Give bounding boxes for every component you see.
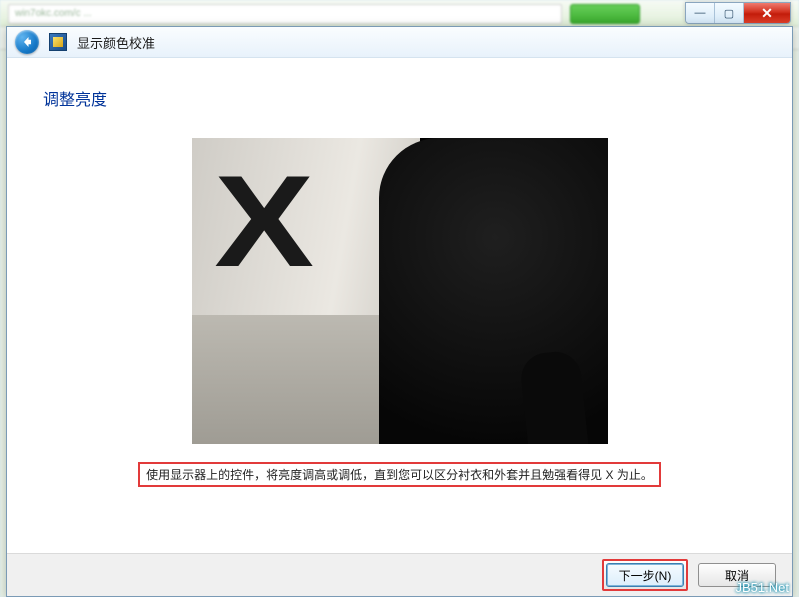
download-button-blur bbox=[570, 4, 640, 24]
window-controls: — ▢ ✕ bbox=[685, 2, 791, 24]
next-button[interactable]: 下一步(N) bbox=[606, 563, 684, 587]
app-icon bbox=[49, 33, 67, 51]
background-x-letter: X bbox=[214, 146, 302, 296]
wizard-footer: 下一步(N) 取消 bbox=[7, 553, 792, 596]
back-button[interactable] bbox=[15, 30, 39, 54]
wizard-window: 显示颜色校准 调整亮度 X 使用显示器上的控件，将亮度调高或调低，直到您可以区分… bbox=[6, 26, 793, 597]
wizard-header: 显示颜色校准 bbox=[7, 27, 792, 58]
next-button-highlight: 下一步(N) bbox=[602, 559, 688, 591]
app-title: 显示颜色校准 bbox=[77, 33, 155, 52]
minimize-button[interactable]: — bbox=[686, 3, 714, 23]
back-arrow-icon bbox=[21, 36, 33, 48]
calibration-image: X bbox=[192, 138, 608, 444]
close-button[interactable]: ✕ bbox=[743, 3, 790, 23]
address-bar: win7okc.com/c ... bbox=[8, 4, 562, 24]
cancel-button[interactable]: 取消 bbox=[698, 563, 776, 587]
instruction-text: 使用显示器上的控件，将亮度调高或调低，直到您可以区分衬衣和外套并且勉强看得见 X… bbox=[138, 462, 661, 487]
page-heading: 调整亮度 bbox=[43, 86, 756, 110]
wizard-content: 调整亮度 X 使用显示器上的控件，将亮度调高或调低，直到您可以区分衬衣和外套并且… bbox=[7, 58, 792, 487]
maximize-button[interactable]: ▢ bbox=[714, 3, 743, 23]
